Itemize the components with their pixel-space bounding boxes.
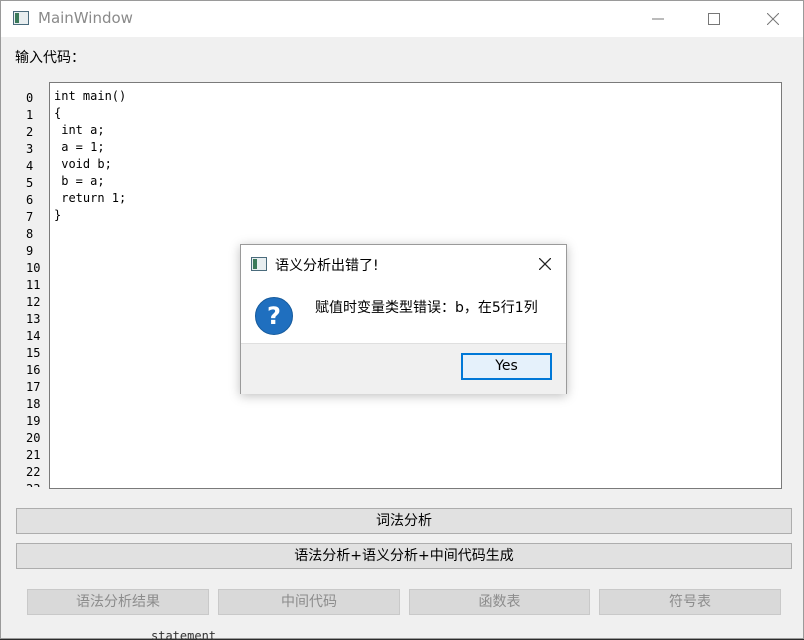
line-number: 23	[26, 481, 46, 487]
line-number: 10	[26, 261, 41, 275]
maximize-button[interactable]	[691, 1, 737, 37]
code-line: void b;	[54, 157, 112, 171]
line-number: 1	[26, 108, 34, 122]
dialog-close-button[interactable]	[531, 251, 559, 277]
line-number: 22	[26, 465, 41, 479]
line-number: 9	[26, 244, 34, 258]
code-line: b = a;	[54, 174, 105, 188]
code-input-label: 输入代码：	[15, 50, 85, 66]
line-number: 16	[26, 363, 41, 377]
close-button[interactable]	[750, 1, 796, 37]
intermediate-code-button[interactable]: 中间代码	[218, 589, 400, 615]
minimize-button[interactable]	[635, 1, 681, 37]
title-bar: MainWindow	[1, 1, 803, 37]
line-number: 7	[26, 210, 34, 224]
line-number: 8	[26, 227, 34, 241]
close-icon	[767, 13, 779, 25]
dialog-footer: Yes	[241, 343, 566, 394]
code-line: }	[54, 208, 62, 222]
line-number-gutter: 01234567891011121314151617181920212223	[26, 90, 46, 487]
line-number: 2	[26, 125, 34, 139]
line-number: 0	[26, 91, 34, 105]
code-line: return 1;	[54, 191, 127, 205]
line-number: 12	[26, 295, 41, 309]
dialog-app-icon	[251, 257, 267, 271]
question-icon: ?	[255, 297, 293, 335]
code-line: a = 1;	[54, 140, 105, 154]
close-icon	[539, 258, 551, 270]
syntax-semantic-ir-button[interactable]: 语法分析+语义分析+中间代码生成	[16, 543, 792, 569]
symbol-table-button[interactable]: 符号表	[599, 589, 781, 615]
line-number: 15	[26, 346, 41, 360]
maximize-icon	[708, 13, 720, 25]
line-number: 4	[26, 159, 34, 173]
code-line: {	[54, 106, 62, 120]
line-number: 14	[26, 329, 41, 343]
app-icon	[13, 11, 29, 25]
function-table-button[interactable]: 函数表	[409, 589, 590, 615]
minimize-icon	[652, 18, 664, 20]
error-dialog: 语义分析出错了! ? 赋值时变量类型错误：b，在5行1列 Yes	[240, 244, 567, 394]
code-line: int main()	[54, 89, 127, 103]
code-line: int a;	[54, 123, 105, 137]
line-number: 21	[26, 448, 41, 462]
line-number: 13	[26, 312, 41, 326]
yes-button[interactable]: Yes	[461, 353, 552, 380]
dialog-message: 赋值时变量类型错误：b，在5行1列	[315, 300, 538, 316]
line-number: 20	[26, 431, 41, 445]
code-text: int main() { int a; a = 1; void b; b = a;…	[54, 88, 126, 224]
line-number: 17	[26, 380, 41, 394]
syntax-result-button[interactable]: 语法分析结果	[27, 589, 209, 615]
line-number: 3	[26, 142, 34, 156]
window-title: MainWindow	[38, 9, 133, 27]
line-number: 5	[26, 176, 34, 190]
line-number: 18	[26, 397, 41, 411]
dialog-title: 语义分析出错了!	[275, 258, 379, 274]
line-number: 11	[26, 278, 41, 292]
line-number: 6	[26, 193, 34, 207]
lexical-analysis-button[interactable]: 词法分析	[16, 508, 792, 534]
line-number: 19	[26, 414, 41, 428]
